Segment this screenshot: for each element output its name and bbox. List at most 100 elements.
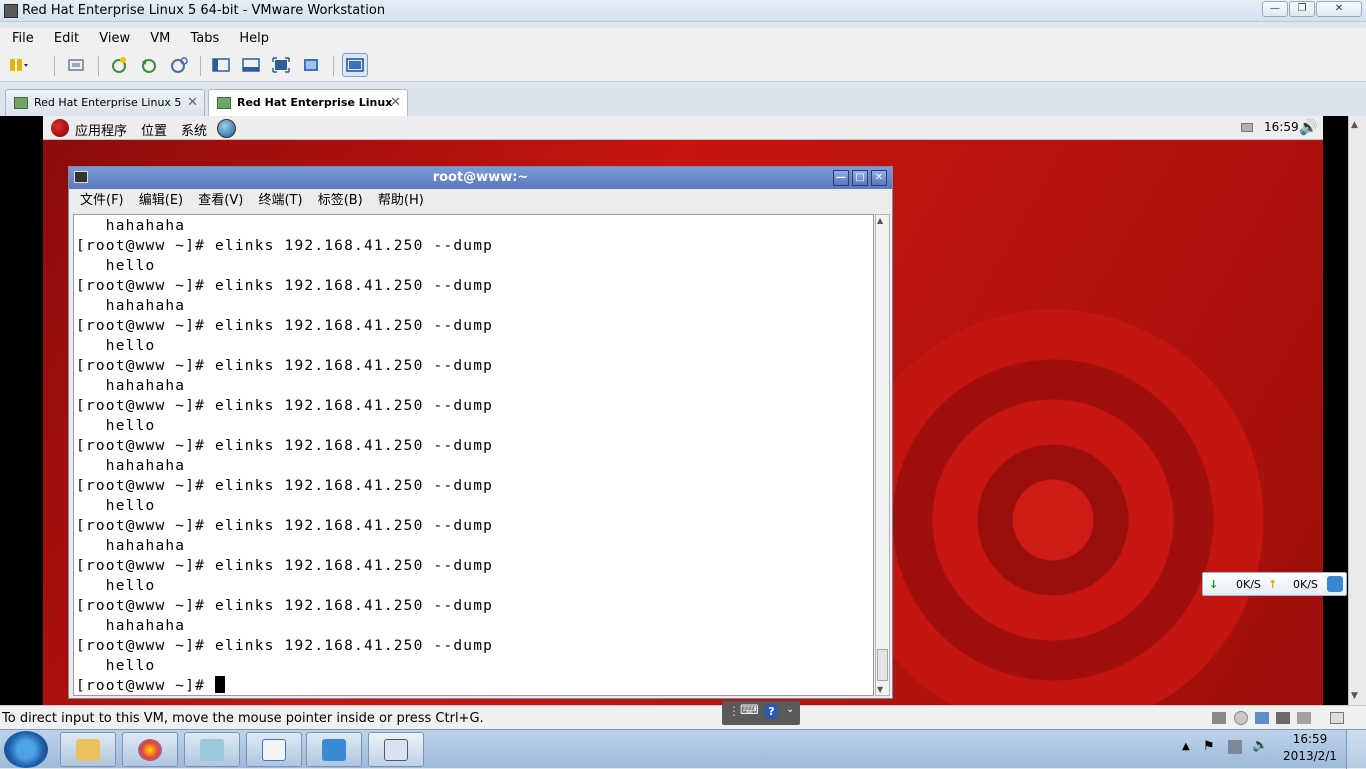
notebook-icon	[200, 739, 224, 761]
show-desktop-button[interactable]	[1346, 730, 1366, 769]
usb-icon[interactable]	[1276, 712, 1290, 724]
menu-file[interactable]: File	[12, 28, 34, 50]
terminal-line: [root@www ~]# elinks 192.168.41.250 --du…	[76, 478, 494, 494]
start-button[interactable]	[4, 731, 48, 768]
status-message: To direct input to this VM, move the mou…	[2, 711, 484, 726]
network-speed-monitor[interactable]: ↓ 0K/S ↑ 0K/S	[1202, 572, 1347, 596]
windows-taskbar: ▲ ⚑ 🔈	[0, 729, 1366, 769]
collapse-icon[interactable]: ⌄	[786, 704, 794, 715]
taskbar-photo-app[interactable]	[122, 732, 178, 767]
help-icon[interactable]: ?	[764, 704, 779, 719]
system-menu[interactable]: 系统	[181, 120, 207, 139]
vm-running-icon	[217, 97, 231, 109]
menu-vm[interactable]: VM	[150, 28, 170, 50]
speaker-tray-icon[interactable]: 🔈	[1252, 738, 1268, 753]
terminal-line: hahahaha	[76, 378, 186, 394]
terminal-line: hello	[76, 258, 156, 274]
scroll-up-icon[interactable]: ▲	[877, 216, 883, 225]
taskbar-clock[interactable]: 16:59 2013/2/1	[1280, 731, 1340, 765]
menu-tabs[interactable]: Tabs	[190, 28, 219, 50]
tab-bar: Red Hat Enterprise Linux 5 64... ✕ Red H…	[0, 88, 1366, 135]
volume-icon[interactable]: 🔊	[1299, 118, 1318, 136]
cd-dvd-icon[interactable]	[1234, 711, 1248, 725]
terminal-line: [root@www ~]# elinks 192.168.41.250 --du…	[76, 598, 494, 614]
browser-icon[interactable]	[1327, 576, 1343, 592]
terminal-line: hello	[76, 578, 156, 594]
taskbar-explorer[interactable]	[60, 732, 116, 767]
message-log-icon[interactable]	[1330, 712, 1344, 724]
terminal-maximize-button[interactable]: □	[852, 170, 868, 186]
menu-edit[interactable]: Edit	[54, 28, 79, 50]
show-sidebar-icon[interactable]	[211, 56, 231, 74]
terminal-line: hello	[76, 418, 156, 434]
revert-snapshot-icon[interactable]	[139, 56, 159, 74]
network-tray-icon[interactable]	[1228, 740, 1242, 754]
terminal-line: hahahaha	[76, 618, 186, 634]
terminal-output[interactable]: hahahaha [root@www ~]# elinks 192.168.41.…	[73, 214, 874, 696]
show-hidden-icons[interactable]: ▲	[1182, 741, 1190, 752]
take-snapshot-icon[interactable]	[109, 56, 129, 74]
terminal-line: hello	[76, 498, 156, 514]
terminal-prompt: [root@www ~]#	[76, 678, 216, 694]
panel-clock[interactable]: 16:59	[1264, 120, 1299, 134]
network-globe-icon[interactable]	[217, 119, 236, 138]
taskbar-vmware[interactable]	[368, 732, 424, 767]
keyboard-icon[interactable]: ⌨	[740, 703, 759, 718]
tab-vm-1[interactable]: Red Hat Enterprise Linux 5 64... ✕	[5, 89, 205, 135]
scroll-down-icon[interactable]: ▼	[877, 685, 883, 694]
taskbar-editor[interactable]	[246, 732, 302, 767]
close-button[interactable]: ✕	[1316, 1, 1362, 17]
vmware-icon	[384, 739, 408, 761]
terminal-scrollbar[interactable]: ▲ ▼	[875, 214, 890, 696]
terminal-prompt-line[interactable]: [root@www ~]#	[76, 676, 873, 695]
terminal-menu-file[interactable]: 文件(F)	[80, 190, 124, 212]
close-tab-icon[interactable]: ✕	[390, 90, 401, 116]
terminal-menu-view[interactable]: 查看(V)	[198, 190, 243, 212]
taskbar-app-blue[interactable]	[306, 732, 362, 767]
clock-time: 16:59	[1292, 732, 1328, 746]
taskbar-notepad[interactable]	[184, 732, 240, 767]
terminal-window: root@www:~ — □ ✕ 文件(F) 编辑(E) 查看(V) 终端(T)…	[68, 166, 893, 699]
places-menu[interactable]: 位置	[141, 120, 167, 139]
action-center-flag-icon[interactable]: ⚑	[1203, 739, 1215, 754]
network-adapter-icon[interactable]	[1255, 712, 1269, 724]
unity-icon[interactable]	[301, 56, 321, 74]
terminal-line: hahahaha	[76, 298, 186, 314]
terminal-menu-terminal[interactable]: 终端(T)	[258, 190, 302, 212]
window-titlebar: Red Hat Enterprise Linux 5 64-bit - VMwa…	[0, 0, 1366, 22]
terminal-titlebar[interactable]: root@www:~ — □ ✕	[69, 167, 892, 189]
terminal-close-button[interactable]: ✕	[871, 170, 887, 186]
gnome-top-panel: 应用程序 位置 系统 16:59 🔊	[43, 116, 1323, 140]
scroll-thumb[interactable]	[877, 649, 888, 681]
terminal-menu-help[interactable]: 帮助(H)	[378, 190, 424, 212]
console-view-icon[interactable]	[342, 53, 368, 77]
toolbar	[0, 50, 1366, 82]
terminal-menu-edit[interactable]: 编辑(E)	[139, 190, 183, 212]
update-notifier-icon[interactable]	[1241, 123, 1253, 132]
menu-view[interactable]: View	[99, 28, 130, 50]
terminal-line: hahahaha	[76, 218, 186, 234]
terminal-line: [root@www ~]# elinks 192.168.41.250 --du…	[76, 438, 494, 454]
snapshot-manager-icon[interactable]	[169, 56, 189, 74]
menu-help[interactable]: Help	[239, 28, 269, 50]
terminal-minimize-button[interactable]: —	[833, 170, 849, 186]
tab-vm-2[interactable]: Red Hat Enterprise Linux ... ✕	[208, 89, 408, 135]
send-ctrl-alt-del-icon[interactable]	[66, 56, 86, 74]
hard-disk-icon[interactable]	[1212, 712, 1226, 724]
full-screen-icon[interactable]	[271, 56, 291, 74]
redhat-menu-icon[interactable]	[51, 119, 69, 137]
applications-menu[interactable]: 应用程序	[75, 120, 127, 139]
terminal-line: [root@www ~]# elinks 192.168.41.250 --du…	[76, 518, 494, 534]
terminal-line: [root@www ~]# elinks 192.168.41.250 --du…	[76, 278, 494, 294]
sound-card-icon[interactable]	[1297, 712, 1311, 724]
vm-vertical-scrollbar[interactable]: ▲ ▼	[1348, 116, 1366, 705]
close-tab-icon[interactable]: ✕	[187, 90, 198, 116]
terminal-menu-tabs[interactable]: 标签(B)	[318, 190, 363, 212]
terminal-line: hahahaha	[76, 458, 186, 474]
minimize-button[interactable]: —	[1262, 1, 1288, 17]
maximize-button[interactable]: ❐	[1289, 1, 1315, 17]
pen-icon	[262, 739, 286, 761]
vm-quick-toolbar: ⋮ ⌨ ? ⌄	[722, 701, 800, 725]
show-thumbnail-bar-icon[interactable]	[241, 56, 261, 74]
pause-icon[interactable]	[8, 56, 28, 74]
